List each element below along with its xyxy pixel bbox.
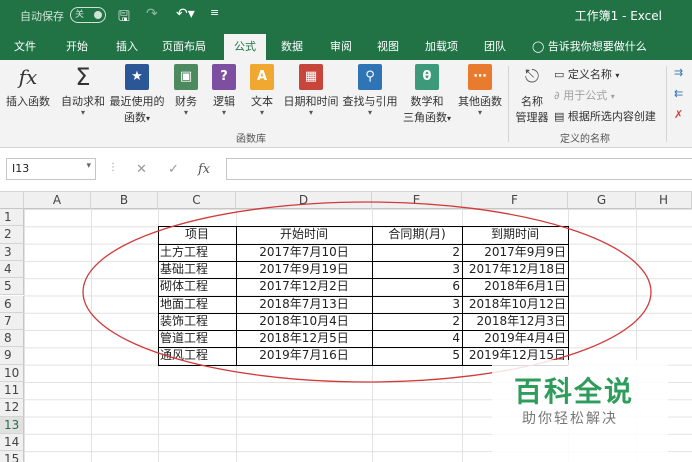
watermark: 百科全说 助你轻松解决 — [492, 360, 668, 462]
watermark-title: 百科全说 — [514, 375, 635, 408]
watermark-subtitle: 助你轻松解决 — [522, 411, 618, 427]
red-ellipse — [82, 201, 652, 383]
